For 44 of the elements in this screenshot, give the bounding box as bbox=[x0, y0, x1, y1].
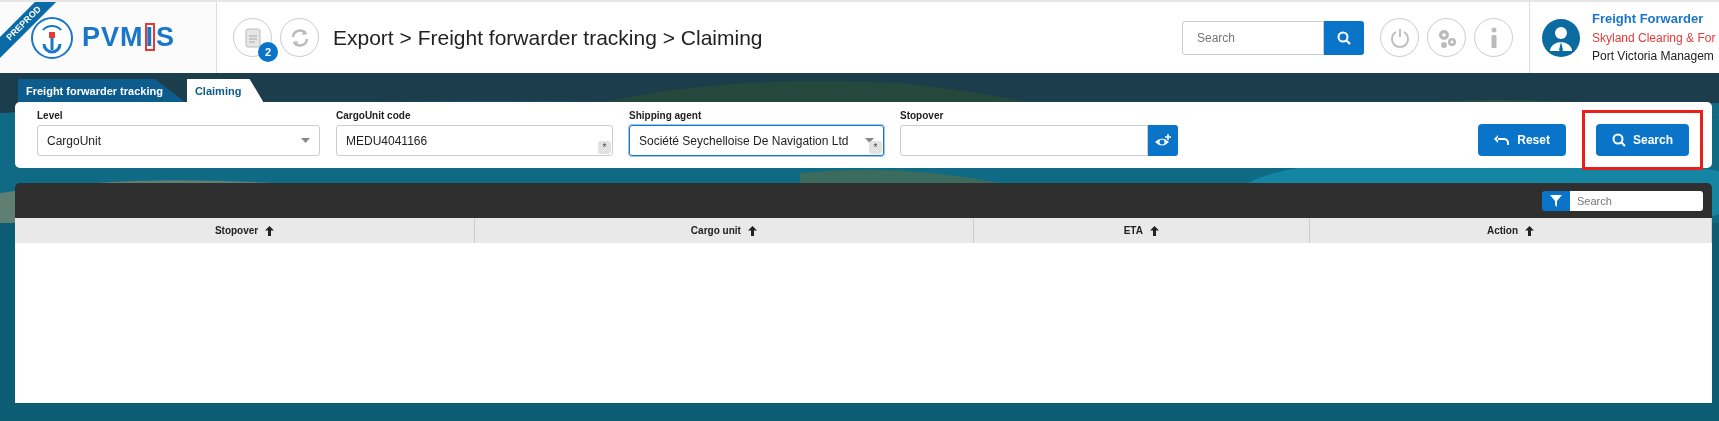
logo-text: PVMIS bbox=[82, 21, 176, 55]
dropdown-field[interactable]: Société Seychelloise De Navigation Ltd * bbox=[629, 125, 884, 156]
filter-icon bbox=[1550, 194, 1562, 207]
info-icon bbox=[1489, 26, 1498, 49]
notification-badge: 2 bbox=[258, 42, 278, 62]
documents-button[interactable] bbox=[233, 18, 272, 57]
breadcrumb-title: Export > Freight forwarder tracking > Claiming bbox=[333, 24, 763, 51]
filter-button[interactable] bbox=[1542, 190, 1570, 211]
field-label: Shipping agent bbox=[629, 109, 703, 123]
power-icon bbox=[1388, 26, 1411, 49]
caret-icon bbox=[865, 138, 874, 143]
field-label: CargoUnit code bbox=[336, 109, 412, 123]
table-search-field[interactable]: Search bbox=[1570, 190, 1703, 211]
search-field[interactable]: Search bbox=[1182, 20, 1324, 55]
user-company: Skyland Clearing & For bbox=[1592, 29, 1716, 47]
user-role: Freight Forwarder bbox=[1592, 10, 1705, 29]
input-field[interactable]: MEDU4041166 * bbox=[336, 125, 613, 156]
required-marker: * bbox=[869, 141, 882, 154]
search-button[interactable] bbox=[1324, 20, 1364, 55]
caret-icon bbox=[301, 138, 310, 143]
lookup-button[interactable] bbox=[1148, 125, 1178, 156]
required-marker: * bbox=[598, 141, 611, 154]
power-button[interactable] bbox=[1380, 18, 1419, 57]
document-icon bbox=[244, 27, 261, 48]
search-icon bbox=[1337, 30, 1351, 45]
field-label: Stopover bbox=[900, 109, 945, 123]
dropdown-field[interactable]: CargoUnit bbox=[37, 125, 320, 156]
field-label: Level bbox=[37, 109, 64, 123]
undo-icon bbox=[1494, 134, 1511, 146]
search-icon bbox=[1611, 133, 1626, 147]
input-field[interactable] bbox=[900, 125, 1148, 156]
sort-arrow-icon bbox=[1149, 225, 1159, 236]
reset-button[interactable]: Reset bbox=[1478, 124, 1566, 156]
sort-arrow-icon bbox=[265, 225, 275, 236]
sort-arrow-icon bbox=[1525, 225, 1534, 236]
user-avatar-icon bbox=[1542, 18, 1580, 57]
sort-arrow-icon bbox=[747, 225, 757, 236]
settings-button[interactable] bbox=[1427, 18, 1466, 57]
tab[interactable]: Freight forwarder tracking bbox=[18, 79, 185, 102]
user-organization: Port Victoria Managem bbox=[1592, 47, 1715, 65]
info-button[interactable] bbox=[1474, 18, 1513, 57]
refresh-button[interactable] bbox=[280, 18, 319, 57]
eye-plus-icon bbox=[1154, 133, 1172, 148]
search-button[interactable]: Search bbox=[1595, 124, 1689, 156]
